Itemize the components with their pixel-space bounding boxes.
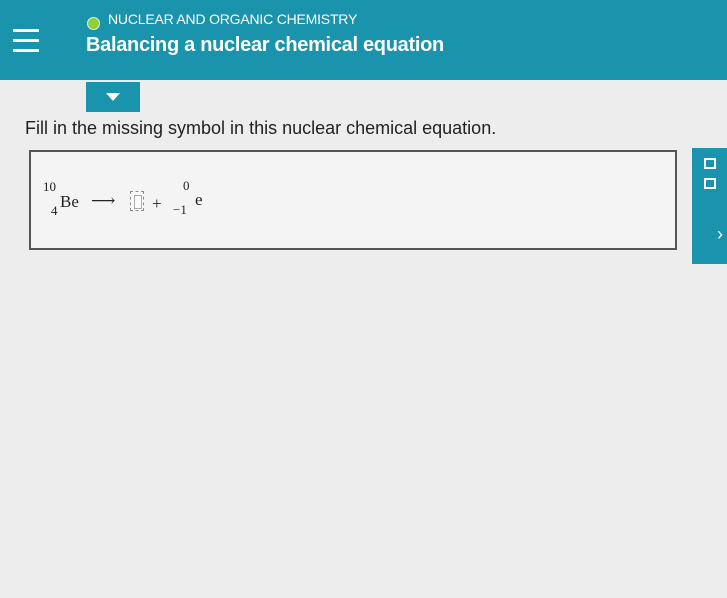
product-symbol: e xyxy=(195,190,203,209)
header-bar: NUCLEAR AND ORGANIC CHEMISTRY Balancing … xyxy=(0,0,727,80)
caret-down-icon xyxy=(106,93,120,101)
product-mass-number: 0 xyxy=(183,178,190,193)
page-title: Balancing a nuclear chemical equation xyxy=(86,34,444,56)
answer-area[interactable] xyxy=(29,150,677,250)
question-prompt: Fill in the missing symbol in this nucle… xyxy=(25,118,497,138)
reactant-atomic-number: 4 xyxy=(51,203,58,218)
reactant-mass-number: 10 xyxy=(43,179,56,194)
side-toolbar xyxy=(692,148,727,264)
plus-sign: + xyxy=(152,194,162,213)
collapse-button[interactable] xyxy=(86,82,140,112)
reactant-symbol: Be xyxy=(60,192,79,211)
product-atomic-number: −1 xyxy=(173,202,187,217)
menu-icon[interactable] xyxy=(0,0,52,80)
chevron-right-icon[interactable]: › xyxy=(717,224,723,245)
missing-symbol-input[interactable] xyxy=(130,191,144,211)
status-dot-icon xyxy=(87,17,100,30)
topic-label: NUCLEAR AND ORGANIC CHEMISTRY xyxy=(108,11,358,27)
superscript-box-icon[interactable] xyxy=(704,158,716,169)
subscript-box-icon[interactable] xyxy=(704,178,716,189)
reaction-arrow: ⟶ xyxy=(91,191,116,210)
